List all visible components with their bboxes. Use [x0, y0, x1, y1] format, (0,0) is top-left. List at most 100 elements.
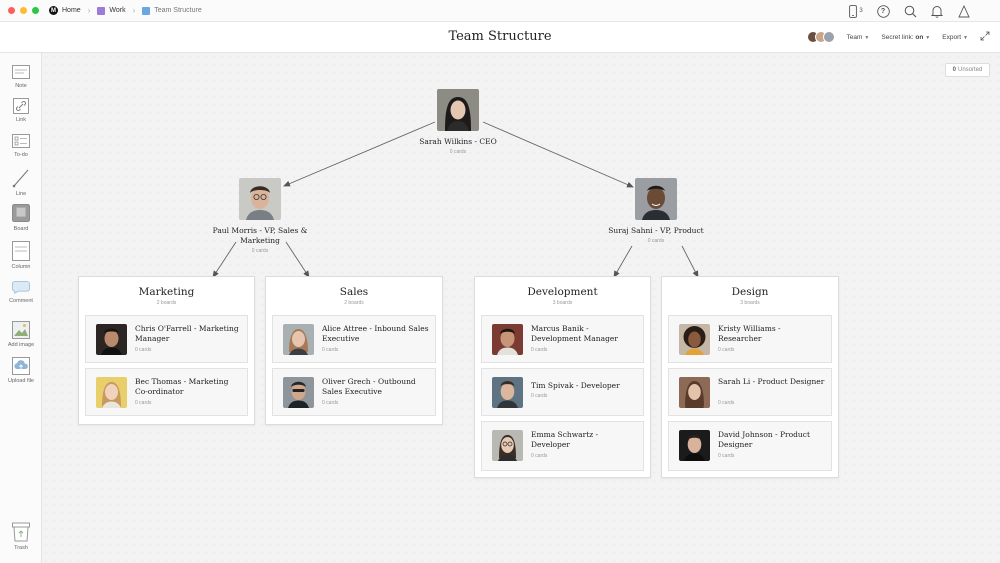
avatar	[492, 430, 523, 461]
team-menu[interactable]: Team ▼	[847, 34, 870, 41]
person-node-vp-product[interactable]: Suraj Sahni - VP, Product 0 cards	[596, 178, 716, 244]
tool-todo[interactable]: To-do	[0, 133, 42, 158]
person-card[interactable]: Kristy Williams - Researcher 0 cards	[668, 315, 832, 363]
avatar	[96, 377, 127, 408]
tool-add-image[interactable]: Add image	[0, 321, 42, 348]
tool-label: Comment	[9, 298, 33, 304]
board-design[interactable]: Design 3 boards Kristy Williams - Resear…	[661, 276, 839, 478]
card-count: 0 cards	[251, 248, 269, 254]
board-count: 3 boards	[552, 300, 573, 306]
card-count: 0 cards	[531, 347, 548, 353]
person-name: Tim Spivak - Developer	[531, 381, 620, 390]
person-card[interactable]: Oliver Grech - Outbound Sales Executive …	[272, 368, 436, 416]
trash-icon	[12, 522, 30, 542]
tool-comment[interactable]: Comment	[0, 279, 42, 304]
tool-label: Column	[11, 264, 31, 270]
maximize-window-button[interactable]	[32, 7, 39, 14]
board-marketing[interactable]: Marketing 2 boards Chris O'Farrell - Mar…	[78, 276, 255, 425]
person-card[interactable]: David Johnson - Product Designer 0 cards	[668, 421, 832, 471]
person-name: Chris O'Farrell - Marketing Manager	[135, 324, 239, 343]
chevron-right-icon: ›	[87, 6, 91, 15]
comment-icon	[12, 280, 30, 294]
person-node-vp-sales[interactable]: Paul Morris - VP, Sales & Marketing 0 ca…	[200, 178, 320, 254]
mobile-devices-button[interactable]: 3	[848, 3, 864, 19]
fullscreen-button[interactable]	[980, 31, 990, 43]
tool-label: Board	[13, 226, 29, 232]
secret-link-label: Secret link:	[881, 33, 914, 41]
caret-down-icon: ▼	[925, 34, 931, 41]
avatar	[239, 178, 281, 220]
export-label: Export	[942, 33, 962, 41]
board-development[interactable]: Development 3 boards Marcus Banik - Deve…	[474, 276, 651, 478]
person-card[interactable]: Alice Attree - Inbound Sales Executive 0…	[272, 315, 436, 363]
person-name: Bec Thomas - Marketing Co-ordinator	[135, 377, 229, 396]
person-card[interactable]: Tim Spivak - Developer 0 cards	[481, 368, 644, 416]
link-icon	[13, 98, 29, 114]
trash-label: Trash	[14, 545, 28, 551]
tool-column[interactable]: Column	[0, 241, 42, 270]
avatar	[283, 377, 314, 408]
minimize-window-button[interactable]	[20, 7, 27, 14]
breadcrumb-current[interactable]: Team Structure	[142, 6, 202, 15]
phone-icon	[849, 4, 858, 18]
breadcrumb-home[interactable]: M Home	[49, 6, 81, 15]
person-name: Marcus Banik - Development Manager	[531, 324, 618, 343]
card-count: 0 cards	[718, 400, 735, 406]
person-name: Suraj Sahni - VP, Product	[608, 226, 704, 235]
user-icon	[958, 4, 970, 17]
avatar	[679, 324, 710, 355]
tool-board[interactable]: Board	[0, 203, 42, 232]
tool-note[interactable]: Note	[0, 64, 42, 89]
help-button[interactable]: ?	[875, 3, 891, 19]
person-name: Sarah Li - Product Designer	[718, 377, 825, 386]
breadcrumb: M Home › Work › Team Structure	[49, 6, 202, 15]
person-name: Oliver Grech - Outbound Sales Executive	[322, 377, 416, 396]
board-count: 2 boards	[156, 300, 177, 306]
card-count: 0 cards	[135, 400, 152, 406]
person-card[interactable]: Chris O'Farrell - Marketing Manager 0 ca…	[85, 315, 248, 363]
line-icon	[12, 169, 29, 188]
person-name: Kristy Williams - Researcher	[718, 324, 781, 343]
close-window-button[interactable]	[8, 7, 15, 14]
team-label: Team	[846, 33, 863, 41]
card-count: 0 cards	[449, 149, 467, 155]
search-icon	[904, 5, 916, 17]
team-avatars[interactable]	[806, 31, 835, 43]
board-sales[interactable]: Sales 2 boards Alice Attree - Inbound Sa…	[265, 276, 443, 425]
card-count: 0 cards	[531, 393, 548, 399]
tool-link[interactable]: Link	[0, 98, 42, 123]
expand-icon	[980, 31, 990, 41]
card-count: 0 cards	[718, 453, 735, 459]
secret-link-menu[interactable]: Secret link: on ▼	[881, 34, 930, 41]
trash-button[interactable]: Trash	[0, 522, 42, 551]
person-node-ceo[interactable]: Sarah Wilkins - CEO 0 cards	[398, 89, 518, 155]
breadcrumb-work[interactable]: Work	[97, 6, 126, 15]
person-card[interactable]: Sarah Li - Product Designer 0 cards	[668, 368, 832, 416]
person-card[interactable]: Marcus Banik - Development Manager 0 car…	[481, 315, 644, 363]
person-card[interactable]: Bec Thomas - Marketing Co-ordinator 0 ca…	[85, 368, 248, 416]
unsorted-label: Unsorted	[957, 67, 983, 73]
tool-upload-file[interactable]: Upload file	[0, 357, 42, 384]
milanote-logo-icon: M	[49, 6, 58, 15]
board-color-icon	[142, 6, 151, 15]
board-header: Team Structure Team ▼ Secret link: on ▼ Ex…	[0, 22, 1000, 53]
title-bar: M Home › Work › Team Structure 3 ?	[0, 0, 1000, 22]
tool-line[interactable]: Line	[0, 168, 42, 197]
export-menu[interactable]: Export ▼	[942, 34, 968, 41]
board-title: Design	[731, 286, 769, 298]
person-name: Paul Morris - VP, Sales & Marketing	[212, 226, 308, 245]
account-button[interactable]	[956, 3, 972, 19]
person-card[interactable]: Emma Schwartz - Developer 0 cards	[481, 421, 644, 471]
person-name: Emma Schwartz - Developer	[531, 430, 599, 449]
device-count: 3	[859, 8, 863, 14]
help-glyph: ?	[880, 7, 886, 15]
person-name: Sarah Wilkins - CEO	[419, 137, 497, 146]
notifications-button[interactable]	[929, 3, 945, 19]
unsorted-button[interactable]: 0 Unsorted	[945, 63, 990, 77]
search-button[interactable]	[902, 3, 918, 19]
card-count: 0 cards	[718, 347, 735, 353]
tool-sidebar: Note Link To-do Line Board Column Commen…	[0, 53, 42, 563]
tool-label: Line	[15, 191, 27, 197]
unsorted-count: 0	[952, 67, 956, 73]
card-count: 0 cards	[322, 400, 339, 406]
